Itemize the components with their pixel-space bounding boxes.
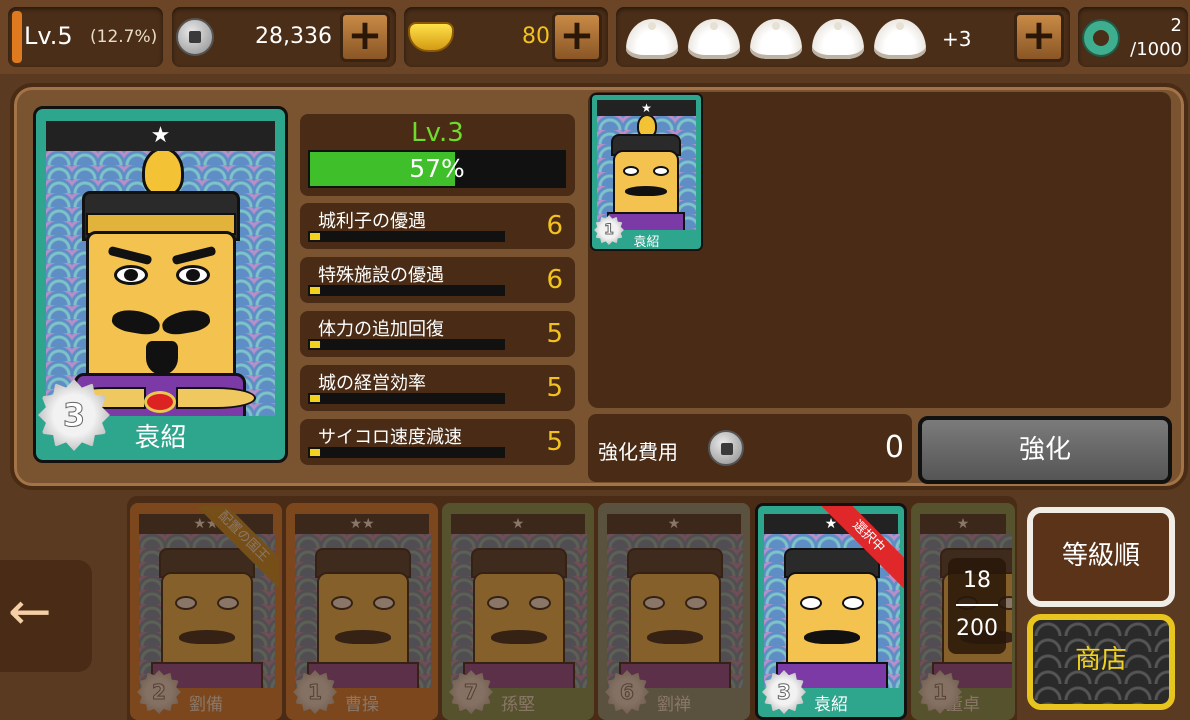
roster-count-current: 18 <box>963 568 991 593</box>
stat-value: 5 <box>546 373 563 403</box>
roster-counter: 18 200 <box>948 558 1006 654</box>
stat-label: 特殊施設の優遇 <box>318 265 444 286</box>
jade-max: /1000 <box>1130 39 1182 60</box>
stat-value: 5 <box>546 427 563 457</box>
gold-amount: 80 <box>522 24 550 49</box>
roster-card[interactable]: ★ 孫堅 7 <box>442 503 594 720</box>
add-stamina-button[interactable]: + <box>1014 12 1064 62</box>
player-level: Lv.5 <box>24 22 73 50</box>
add-coins-button[interactable]: + <box>340 12 390 62</box>
player-level-percent: (12.7%) <box>90 27 158 47</box>
player-level-box[interactable]: Lv.5 (12.7%) <box>8 7 163 67</box>
gold-box: 80 + <box>404 7 608 67</box>
selected-general-card[interactable]: ★ 袁紹 3 <box>33 106 288 463</box>
bun-icon <box>750 19 802 59</box>
bun-icon <box>626 19 678 59</box>
roster-card[interactable]: ★ 劉禅 6 <box>598 503 750 720</box>
stat-label: サイコロ速度減速 <box>318 427 462 448</box>
coin-box: 28,336 + <box>172 7 396 67</box>
stat-label: 城利子の優遇 <box>318 211 426 232</box>
roster-portrait <box>451 534 587 688</box>
roster-portrait <box>607 534 743 688</box>
enhance-cost-value: 0 <box>884 430 904 465</box>
stat-value: 5 <box>546 319 563 349</box>
jade-count: 2 <box>1170 15 1182 36</box>
stat-bar <box>308 339 505 350</box>
stat-row: 体力の追加回復 5 <box>300 311 575 357</box>
stat-bar <box>308 447 505 458</box>
general-portrait <box>46 151 275 416</box>
stat-row: サイコロ速度減速 5 <box>300 419 575 465</box>
roster-card-stars: ★★ <box>295 514 429 534</box>
roster-portrait <box>295 534 431 688</box>
level-box: Lv.3 57% <box>300 114 575 196</box>
counter-divider <box>956 604 998 606</box>
stamina-box: +3 + <box>616 7 1070 67</box>
enhance-button[interactable]: 強化 <box>918 416 1172 484</box>
exp-bar: 57% <box>308 150 566 188</box>
roster-card[interactable]: ★★ 劉備 2 配置の国王 <box>130 503 282 720</box>
material-portrait <box>597 116 696 230</box>
stamina-extra: +3 <box>942 27 972 51</box>
general-level: Lv.3 <box>411 118 464 148</box>
level-progress-indicator <box>12 11 22 63</box>
stat-bar <box>308 231 505 242</box>
stat-row: 城利子の優遇 6 <box>300 203 575 249</box>
material-card-stars: ★ <box>597 100 696 116</box>
stat-row: 城の経営効率 5 <box>300 365 575 411</box>
enhance-cost-label: 強化費用 <box>598 440 678 464</box>
bun-icon <box>874 19 926 59</box>
card-stars: ★ <box>46 121 275 151</box>
jade-box: 2 /1000 <box>1078 7 1188 67</box>
bun-icon <box>688 19 740 59</box>
coin-amount: 28,336 <box>255 24 332 49</box>
roster-card[interactable]: ★ 袁紹 3 選択中 <box>755 503 907 720</box>
roster-card-stars: ★ <box>920 514 1006 534</box>
stat-row: 特殊施設の優遇 6 <box>300 257 575 303</box>
sort-button[interactable]: 等級順 <box>1027 507 1175 607</box>
coin-icon <box>176 18 214 56</box>
top-bar: Lv.5 (12.7%) 28,336 + 80 + +3 + 2 /1000 <box>0 0 1190 74</box>
stat-label: 城の経営効率 <box>318 373 426 394</box>
bun-icon <box>812 19 864 59</box>
stat-value: 6 <box>546 211 563 241</box>
exp-percent: 57% <box>409 154 465 183</box>
stat-label: 体力の追加回復 <box>318 319 444 340</box>
roster-count-max: 200 <box>956 616 998 641</box>
shop-button[interactable]: 商店 <box>1027 614 1175 710</box>
roster-card-stars: ★ <box>451 514 585 534</box>
stat-bar <box>308 285 505 296</box>
jade-ring-icon <box>1084 21 1118 55</box>
stat-value: 6 <box>546 265 563 295</box>
roster-card-stars: ★ <box>607 514 741 534</box>
enhance-cost-box: 強化費用 0 <box>588 414 912 482</box>
back-button[interactable]: ← <box>0 560 92 672</box>
add-gold-button[interactable]: + <box>552 12 602 62</box>
roster-card[interactable]: ★★ 曹操 1 <box>286 503 438 720</box>
back-arrow-icon: ← <box>8 582 52 642</box>
material-card[interactable]: ★ 袁紹 1 <box>590 93 703 251</box>
gold-ingot-icon <box>408 22 454 52</box>
coin-icon <box>708 430 744 466</box>
stat-bar <box>308 393 505 404</box>
